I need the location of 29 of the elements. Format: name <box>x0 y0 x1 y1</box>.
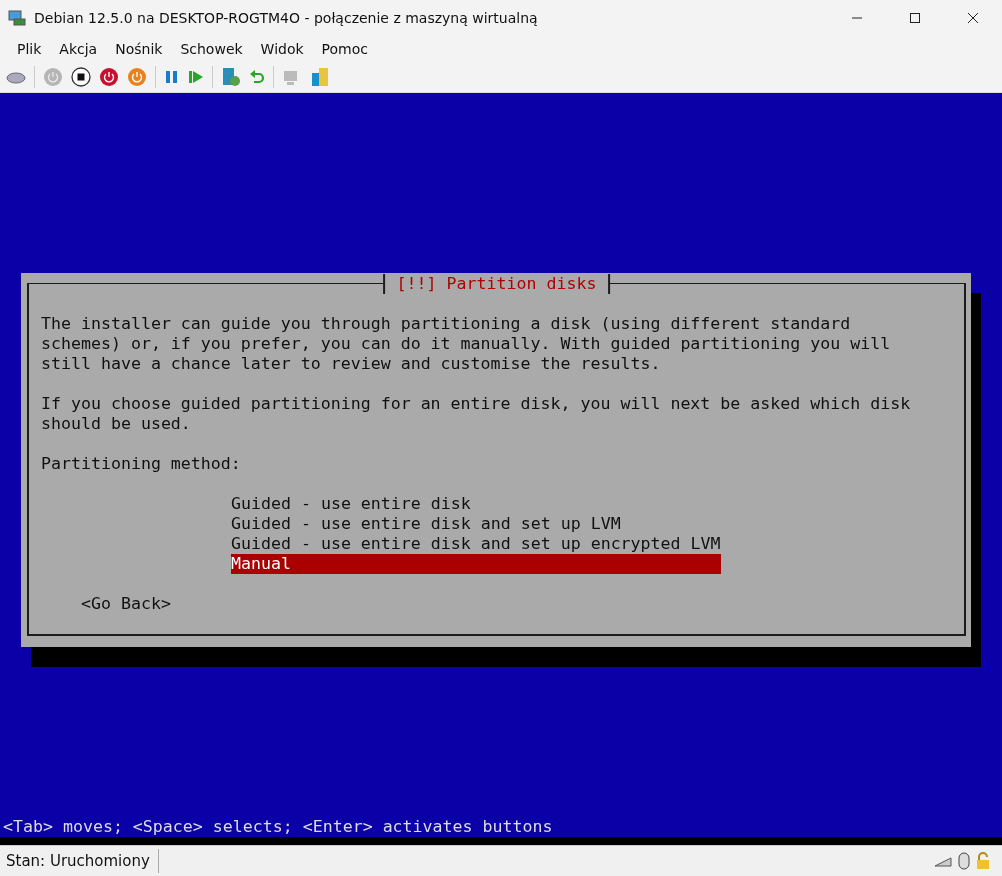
option-item[interactable]: Guided - use entire disk and set up encrypted LVM <box>231 534 721 554</box>
stop-icon[interactable] <box>71 67 91 87</box>
dialog-text: Partitioning method: <box>41 454 242 474</box>
dialog-text: If you choose guided partitioning for an entire disk, you will next be asked which disk should be used. <box>41 394 912 434</box>
menu-item[interactable]: Pomoc <box>312 41 377 57</box>
menu-item[interactable]: Nośnik <box>106 41 172 57</box>
padlock-icon <box>976 852 990 870</box>
status-text: Stan: Uruchomiony <box>5 852 151 870</box>
menu-item[interactable]: Widok <box>251 41 313 57</box>
power-icon[interactable] <box>127 67 147 87</box>
close-icon[interactable] <box>967 12 979 24</box>
option-item[interactable]: Guided - use entire disk <box>231 494 721 514</box>
menu-item[interactable]: Akcja <box>50 41 107 57</box>
menu-item[interactable]: Schowek <box>171 41 252 57</box>
option-item[interactable]: Manual <box>231 554 721 574</box>
window-title: Debian 12.5.0 na DESKTOP-ROGTM4O - połączenie z maszyną wirtualną <box>34 10 538 26</box>
undo-icon[interactable] <box>249 69 265 85</box>
dialog-text: The installer can guide you through partitioning a disk (using different standard schemes) or, if you prefer, you can do it manually. With guided partitioning you will still have a chance later to review and customise the results. <box>41 314 892 374</box>
go-back-button[interactable]: <Go Back> <box>81 594 171 614</box>
key-hint: <Tab> moves; <Space> selects; <Enter> activates buttons <box>2 817 554 837</box>
maximize-icon[interactable] <box>909 12 921 24</box>
play-icon[interactable] <box>188 69 204 85</box>
dialog-title: [!!] Partition disks <box>382 274 611 294</box>
power-icon[interactable] <box>99 67 119 87</box>
pause-icon[interactable] <box>164 69 180 85</box>
monitor-icon <box>8 10 26 26</box>
option-item[interactable]: Guided - use entire disk and set up LVM <box>231 514 721 534</box>
menu-item[interactable]: Plik <box>8 41 51 57</box>
mouse-icon <box>958 852 970 870</box>
